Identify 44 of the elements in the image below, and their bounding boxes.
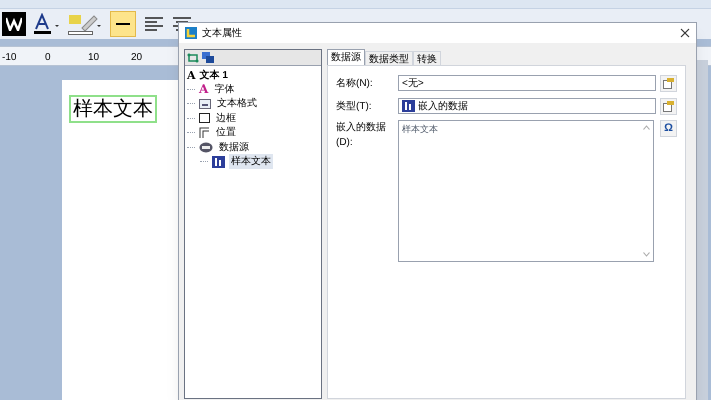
tree-root[interactable]: 文本 1 [200, 68, 228, 82]
ruler-label: -10 [2, 53, 16, 63]
tree-item[interactable]: 字体 [212, 82, 236, 97]
app-icon [185, 27, 197, 39]
font-color-icon[interactable] [34, 13, 60, 35]
tree-item[interactable]: 数据源 [217, 140, 251, 155]
w-logo-icon[interactable] [2, 12, 26, 36]
browse-icon [663, 100, 674, 112]
ruler-label: 10 [88, 53, 100, 63]
tab[interactable]: 数据类型 [365, 51, 413, 65]
tab[interactable]: 转换 [413, 51, 441, 65]
tab[interactable]: 数据源 [327, 49, 365, 65]
tree-item[interactable]: 位置 [214, 125, 238, 140]
input-field[interactable]: <无> [398, 75, 656, 91]
selected-text-object[interactable]: 样本文本 [69, 95, 157, 123]
window-title: 文本属性 [202, 26, 242, 40]
tree-item[interactable]: 样本文本 [229, 154, 273, 170]
field-label: 名称(N): [336, 76, 374, 90]
tree-item[interactable]: 边框 [214, 110, 238, 126]
border-icon [199, 113, 210, 124]
align-left-button[interactable] [110, 11, 136, 37]
position-icon [199, 127, 210, 138]
close-icon[interactable] [680, 28, 690, 38]
input-field[interactable]: 嵌入的数据 [398, 98, 656, 114]
symbol-button[interactable]: Ω [660, 120, 677, 137]
field-label: 嵌入的数据(D): [336, 120, 387, 150]
format-icon [199, 98, 211, 109]
ruler-label: 0 [45, 53, 52, 63]
align-icon[interactable] [144, 16, 164, 32]
tree-item[interactable]: 文本格式 [215, 96, 259, 112]
browse-icon [663, 78, 674, 88]
field-label: 类型(T): [336, 100, 373, 114]
expand-icon[interactable] [187, 52, 199, 62]
ruler-label: 20 [131, 53, 144, 63]
text-icon: A [187, 70, 196, 80]
omega-icon: Ω [664, 123, 673, 134]
browse-button[interactable] [660, 98, 677, 114]
font-icon: A [199, 83, 208, 96]
data-icon [212, 156, 225, 168]
database-icon [199, 142, 213, 153]
data-icon [402, 100, 415, 112]
browse-button[interactable] [660, 74, 677, 92]
highlight-pen-icon[interactable] [68, 12, 102, 36]
layers-icon[interactable] [202, 52, 214, 63]
